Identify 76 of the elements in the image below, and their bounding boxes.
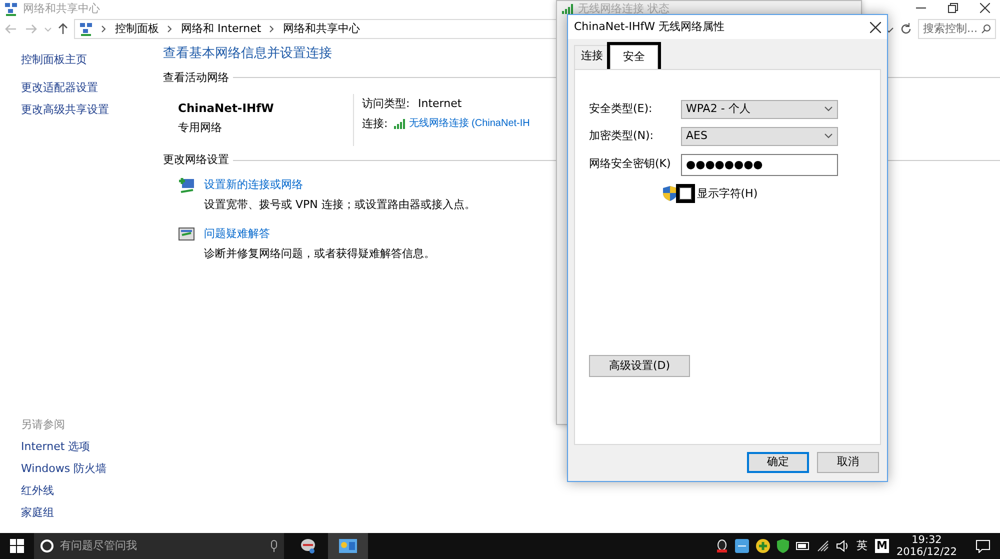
field-label: 访问类型:: [362, 96, 411, 112]
chevron-down-icon: [824, 106, 833, 112]
dialog-button[interactable]: 确定: [747, 452, 809, 473]
task-link[interactable]: 问题疑难解答: [204, 226, 435, 242]
search-icon: [981, 24, 991, 34]
see-also-link[interactable]: 家庭组: [21, 505, 163, 522]
battery-icon[interactable]: [796, 541, 810, 551]
network-type: 专用网络: [178, 120, 223, 136]
dropdown[interactable]: AES: [681, 126, 838, 146]
network-icon: [4, 2, 18, 16]
checkbox-label: 显示字符(H): [696, 186, 758, 202]
clock-time[interactable]: 19:32: [912, 534, 942, 546]
new-connection-icon: [178, 176, 196, 194]
field-label: 网络安全密钥(K): [589, 156, 672, 172]
tab[interactable]: 连接: [574, 45, 610, 68]
window-title: 无线网络连接 状态: [578, 1, 670, 17]
troubleshoot-icon: [178, 226, 196, 242]
window-title: 网络和共享中心: [23, 0, 100, 17]
cortana-icon: [40, 539, 54, 553]
dialog-button[interactable]: 取消: [817, 452, 879, 473]
wifi-icon[interactable]: [816, 540, 829, 552]
windows-start-icon[interactable]: [10, 539, 24, 553]
network-icon: [79, 22, 93, 36]
sidebar-link[interactable]: 更改高级共享设置: [21, 102, 163, 118]
tab[interactable]: 安全: [610, 45, 658, 70]
notification-icon[interactable]: [976, 540, 990, 552]
sidebar-link[interactable]: 控制面板主页: [21, 52, 163, 68]
see-also-link[interactable]: Windows 防火墙: [21, 461, 163, 478]
breadcrumb-item[interactable]: 网络和 Internet: [181, 20, 262, 38]
chevron-down-icon: [824, 133, 833, 139]
field-label: 安全类型(E):: [589, 100, 654, 117]
sidebar-link[interactable]: 更改适配器设置: [21, 80, 163, 96]
speaker-icon[interactable]: [836, 540, 850, 552]
chevron-icon: [167, 24, 173, 34]
see-also-link[interactable]: Internet 选项: [21, 439, 163, 456]
dialog-title: ChinaNet-IHfW 无线网络属性: [574, 18, 724, 35]
advanced-settings-button[interactable]: 高级设置(D): [589, 355, 690, 377]
field-value: Internet: [418, 96, 462, 112]
task-description: 设置宽带、拨号或 VPN 连接；或设置路由器或接入点。: [204, 197, 476, 213]
see-also-heading: 另请参阅: [21, 417, 66, 433]
clock-date[interactable]: 2016/12/22: [896, 546, 957, 558]
chevron-icon: [101, 24, 107, 34]
see-also-link[interactable]: 红外线: [21, 483, 163, 500]
refresh-icon[interactable]: [900, 23, 912, 35]
checkbox[interactable]: [679, 187, 692, 200]
shield-icon[interactable]: [776, 539, 789, 553]
task-link[interactable]: 设置新的连接或网络: [204, 176, 476, 193]
control-panel-icon[interactable]: [339, 539, 357, 553]
close-icon[interactable]: [870, 22, 881, 32]
ime-mode-button[interactable]: M: [874, 539, 890, 553]
field-label: 连接:: [362, 116, 389, 132]
chevron-icon: [269, 24, 276, 34]
close-icon[interactable]: [980, 3, 990, 13]
microphone-icon[interactable]: [270, 540, 278, 552]
password-field[interactable]: ●●●●●●●●: [681, 154, 838, 176]
plus-icon[interactable]: [756, 539, 770, 553]
breadcrumb-item[interactable]: 控制面板: [115, 20, 159, 38]
dropdown[interactable]: WPA2 - 个人: [681, 100, 838, 118]
field-label: 加密类型(N):: [589, 128, 655, 144]
taskbar-search-field[interactable]: 有问题尽管问我: [34, 533, 284, 559]
ime-indicator[interactable]: 英: [856, 538, 868, 554]
connection-link[interactable]: 无线网络连接 (ChinaNet-IH: [408, 116, 530, 132]
section-heading: 更改网络设置: [163, 152, 229, 168]
app-icon[interactable]: [734, 539, 749, 553]
up-icon[interactable]: [58, 23, 68, 35]
app-icon[interactable]: [299, 538, 317, 554]
restore-icon[interactable]: [948, 3, 958, 13]
breadcrumb-item[interactable]: 网络和共享中心: [283, 20, 360, 38]
signal-icon: [394, 118, 406, 129]
network-name: ChinaNet-IHfW: [178, 100, 275, 117]
page-heading: 查看基本网络信息并设置连接: [163, 45, 332, 63]
signal-icon: [562, 4, 574, 14]
section-heading: 查看活动网络: [163, 70, 229, 86]
search-field[interactable]: 搜索控制...: [918, 19, 996, 39]
task-description: 诊断并修复网络问题，或者获得疑难解答信息。: [204, 246, 435, 262]
shield-icon: [663, 186, 677, 202]
